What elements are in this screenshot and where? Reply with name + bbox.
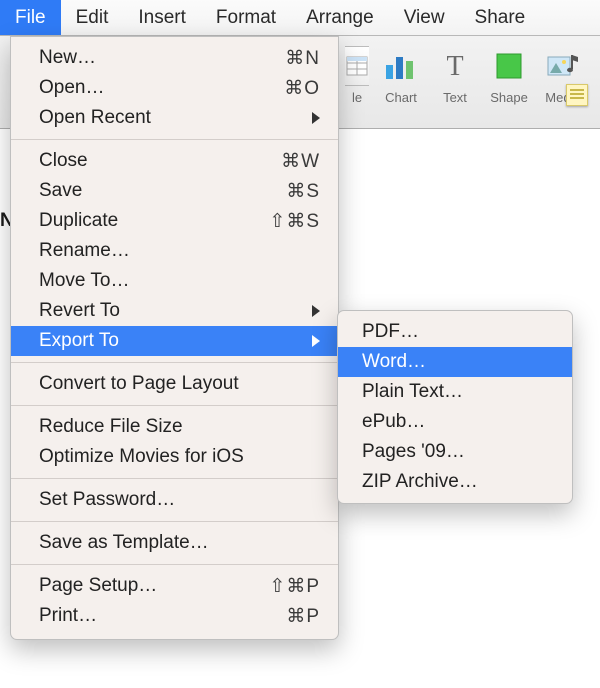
svg-text:T: T	[446, 51, 463, 81]
menubar-item-arrange[interactable]: Arrange	[291, 0, 389, 35]
menubar-item-edit[interactable]: Edit	[61, 0, 124, 35]
menu-item-open-recent[interactable]: Open Recent	[11, 103, 338, 133]
submenu-item-pages09[interactable]: Pages '09…	[338, 437, 572, 467]
menubar-item-format[interactable]: Format	[201, 0, 291, 35]
submenu-arrow-icon	[312, 335, 320, 347]
toolbar-text-label: Text	[443, 90, 467, 105]
table-icon	[345, 46, 369, 86]
toolbar-chart[interactable]: Chart	[379, 46, 423, 105]
menu-item-rename[interactable]: Rename…	[11, 236, 338, 266]
menubar: File Edit Insert Format Arrange View Sha…	[0, 0, 600, 36]
export-submenu: PDF… Word… Plain Text… ePub… Pages '09… …	[337, 310, 573, 504]
menu-item-convert-layout[interactable]: Convert to Page Layout	[11, 369, 338, 399]
toolbar-table-label: le	[352, 90, 362, 105]
text-icon: T	[435, 46, 475, 86]
submenu-item-zip[interactable]: ZIP Archive…	[338, 467, 572, 497]
media-icon	[543, 46, 583, 86]
menubar-item-file[interactable]: File	[0, 0, 61, 35]
menu-item-save[interactable]: Save⌘S	[11, 176, 338, 206]
toolbar-text[interactable]: T Text	[433, 46, 477, 105]
menu-item-optimize-movies[interactable]: Optimize Movies for iOS	[11, 442, 338, 472]
menu-item-duplicate[interactable]: Duplicate⇧⌘S	[11, 206, 338, 236]
menu-item-set-password[interactable]: Set Password…	[11, 485, 338, 515]
menubar-item-share[interactable]: Share	[460, 0, 541, 35]
submenu-item-word[interactable]: Word…	[338, 347, 572, 377]
submenu-item-epub[interactable]: ePub…	[338, 407, 572, 437]
toolbar-shape-label: Shape	[490, 90, 528, 105]
menu-item-print[interactable]: Print…⌘P	[11, 601, 338, 631]
shape-icon	[489, 46, 529, 86]
submenu-item-pdf[interactable]: PDF…	[338, 317, 572, 347]
toolbar-shape[interactable]: Shape	[487, 46, 531, 105]
toolbar-table[interactable]: le	[345, 46, 369, 105]
toolbar-chart-label: Chart	[385, 90, 417, 105]
menu-item-new[interactable]: New…⌘N	[11, 43, 338, 73]
menu-item-move-to[interactable]: Move To…	[11, 266, 338, 296]
submenu-item-plain-text[interactable]: Plain Text…	[338, 377, 572, 407]
comment-icon[interactable]	[566, 84, 588, 106]
submenu-arrow-icon	[312, 305, 320, 317]
chart-icon	[381, 46, 421, 86]
menu-item-save-template[interactable]: Save as Template…	[11, 528, 338, 558]
menubar-item-view[interactable]: View	[389, 0, 460, 35]
menu-item-export-to[interactable]: Export To	[11, 326, 338, 356]
menu-item-revert-to[interactable]: Revert To	[11, 296, 338, 326]
menubar-item-insert[interactable]: Insert	[123, 0, 201, 35]
menu-item-page-setup[interactable]: Page Setup…⇧⌘P	[11, 571, 338, 601]
file-menu: New…⌘N Open…⌘O Open Recent Close⌘W Save⌘…	[10, 36, 339, 640]
menu-item-reduce-size[interactable]: Reduce File Size	[11, 412, 338, 442]
menu-item-open[interactable]: Open…⌘O	[11, 73, 338, 103]
submenu-arrow-icon	[312, 112, 320, 124]
menu-item-close[interactable]: Close⌘W	[11, 146, 338, 176]
